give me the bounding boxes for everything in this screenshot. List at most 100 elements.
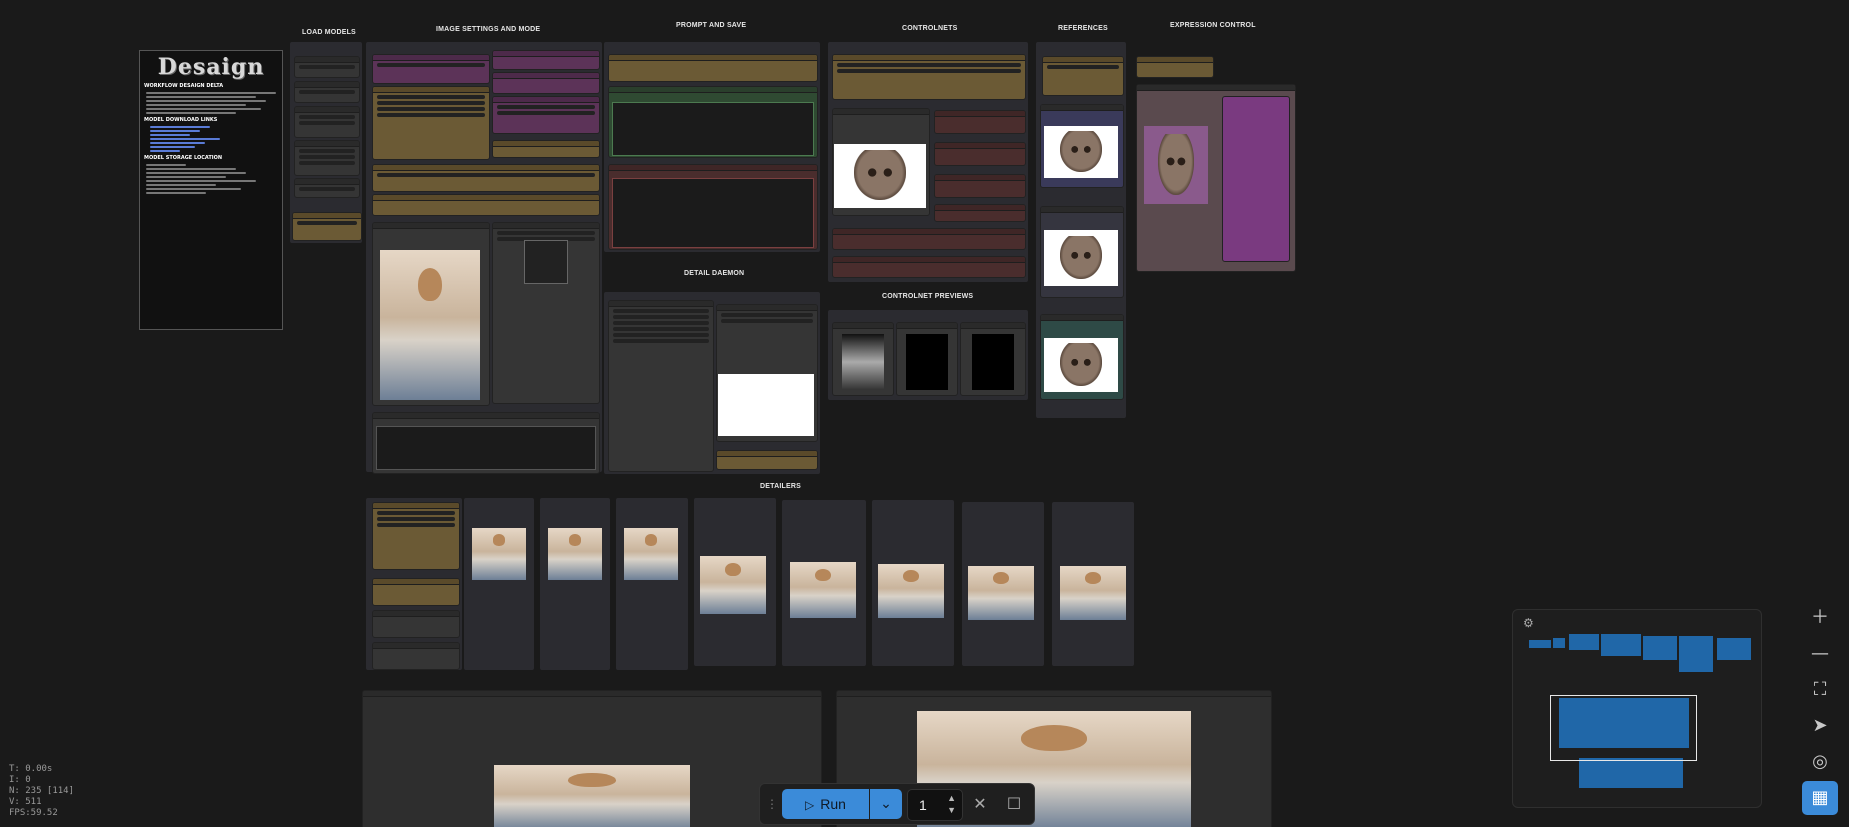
node[interactable] (372, 610, 460, 638)
openpose-preview (972, 334, 1014, 390)
node[interactable] (294, 178, 360, 198)
node[interactable] (934, 142, 1026, 166)
note-line (146, 104, 246, 106)
chevron-down-icon: ⌄ (880, 796, 892, 812)
group-detailer[interactable] (540, 498, 610, 670)
node[interactable] (934, 174, 1026, 198)
node[interactable] (1222, 96, 1290, 262)
navigate-icon[interactable]: ➤ (1802, 709, 1838, 743)
minus-icon[interactable]: — (1802, 637, 1838, 671)
node[interactable] (294, 81, 360, 103)
group-title-references: REFERENCES (1058, 25, 1108, 32)
node[interactable] (372, 164, 600, 192)
detailer-image (624, 528, 678, 580)
crop-preview (524, 240, 568, 284)
note-line (146, 172, 246, 174)
stat-fps: FPS:59.52 (9, 808, 58, 818)
chevron-up-icon[interactable]: ▲ (947, 793, 956, 803)
run-mode-dropdown[interactable]: ⌄ (870, 789, 902, 819)
download-link[interactable] (150, 130, 200, 132)
minimap-block (1529, 640, 1551, 648)
reference-skull-3 (1044, 338, 1118, 392)
note-line (146, 112, 236, 114)
canvas-tools: ＋ — ⛶ ➤ ◎ ▦ (1802, 601, 1842, 817)
node[interactable] (716, 450, 818, 470)
note-line (146, 164, 186, 166)
node[interactable] (608, 300, 714, 472)
note-line (146, 168, 236, 170)
group-detailer[interactable] (616, 498, 688, 670)
stat-time: T: 0.00s (9, 764, 53, 774)
node[interactable] (934, 204, 1026, 222)
group-detailer[interactable] (464, 498, 534, 670)
input-image (380, 250, 480, 400)
reference-image (834, 144, 926, 208)
download-link[interactable] (150, 126, 210, 128)
download-link[interactable] (150, 134, 190, 136)
keypoint-preview (906, 334, 948, 390)
minimap-block (1717, 638, 1751, 660)
detail-schedule-graph (718, 374, 814, 436)
node[interactable] (294, 106, 360, 138)
negative-prompt-textarea[interactable] (612, 178, 814, 248)
download-link[interactable] (150, 142, 205, 144)
node[interactable] (934, 110, 1026, 134)
map-icon[interactable]: ▦ (1802, 781, 1838, 815)
square-icon[interactable]: ☐ (1000, 789, 1028, 819)
group-title-load-models: LOAD MODELS (302, 29, 356, 36)
node[interactable] (292, 212, 362, 241)
preview-image (494, 765, 690, 827)
prompt-textarea[interactable] (376, 426, 596, 470)
positive-prompt-textarea[interactable] (612, 102, 814, 156)
stat-i: I: 0 (9, 775, 31, 785)
node[interactable] (372, 194, 600, 216)
expression-preview (1144, 126, 1208, 204)
note-line (146, 180, 256, 182)
chevron-down-icon[interactable]: ▼ (947, 805, 956, 815)
download-link[interactable] (150, 146, 195, 148)
node[interactable] (1042, 56, 1124, 96)
node[interactable] (492, 96, 600, 134)
minimap[interactable]: ⚙ (1512, 609, 1762, 808)
fit-view-icon[interactable]: ⛶ (1802, 673, 1838, 707)
download-link[interactable] (150, 150, 180, 152)
detailer-image (968, 566, 1034, 620)
plus-icon[interactable]: ＋ (1802, 601, 1838, 635)
close-icon[interactable]: ✕ (966, 789, 994, 819)
drag-handle-icon[interactable]: ⋮⋮ (766, 796, 790, 812)
node[interactable] (1136, 56, 1214, 78)
notes-node[interactable]: Desaign WORKFLOW DESAIGN DELTA MODEL DOW… (139, 50, 283, 330)
node[interactable] (832, 256, 1026, 278)
download-links-heading: MODEL DOWNLOAD LINKS (144, 117, 218, 123)
node[interactable] (372, 502, 460, 570)
node[interactable] (832, 228, 1026, 250)
reference-skull-1 (1044, 126, 1118, 178)
note-line (146, 184, 216, 186)
node[interactable] (372, 642, 460, 670)
note-line (146, 192, 206, 194)
node[interactable] (492, 50, 600, 70)
note-line (146, 92, 276, 94)
eye-off-icon[interactable]: ◎ (1802, 745, 1838, 779)
node[interactable] (832, 54, 1026, 100)
batch-count-value: 1 (919, 797, 927, 813)
run-button[interactable]: ▷ Run (782, 789, 869, 819)
minimap-block (1601, 634, 1641, 656)
sliders-icon[interactable]: ⚙ (1523, 616, 1534, 630)
node[interactable] (372, 578, 460, 606)
minimap-block (1569, 634, 1599, 650)
node[interactable] (294, 140, 360, 176)
minimap-viewport[interactable] (1550, 695, 1697, 761)
node[interactable] (294, 56, 360, 78)
download-link[interactable] (150, 138, 220, 140)
group-title-controlnet-previews: CONTROLNET PREVIEWS (882, 293, 974, 300)
depth-preview (842, 334, 884, 390)
minimap-block (1679, 636, 1713, 672)
node[interactable] (372, 86, 490, 160)
batch-count-input[interactable]: 1 ▲ ▼ (907, 789, 963, 821)
node[interactable] (492, 140, 600, 158)
node[interactable] (492, 72, 600, 94)
storage-location-heading: MODEL STORAGE LOCATION (144, 155, 223, 161)
node[interactable] (372, 54, 490, 84)
node[interactable] (608, 54, 818, 82)
